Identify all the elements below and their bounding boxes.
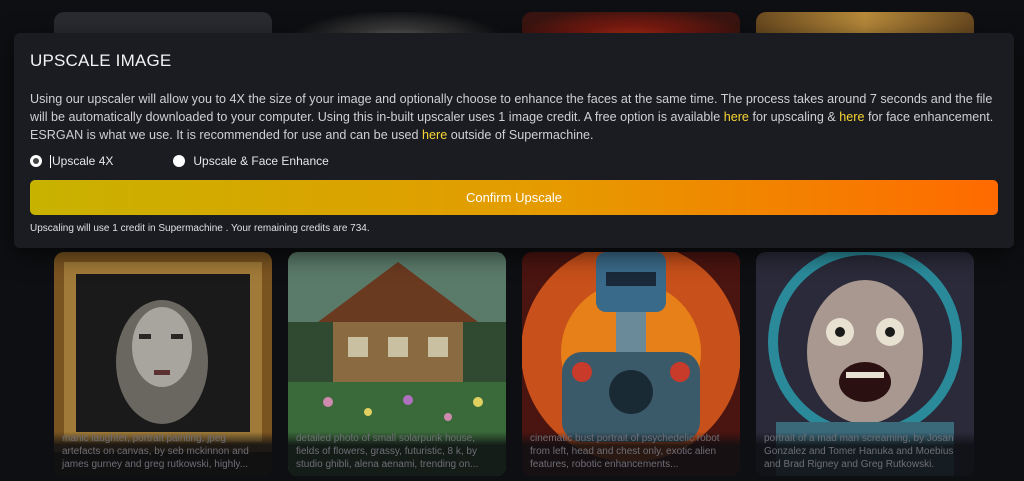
option-upscale-4x[interactable]: Upscale 4X	[30, 154, 113, 168]
option-label: Upscale & Face Enhance	[193, 154, 329, 168]
upscale-modal: UPSCALE IMAGE Using our upscaler will al…	[14, 33, 1014, 248]
gallery-card[interactable]: portrait of a mad man screaming, by Josa…	[756, 252, 974, 476]
gallery-caption: manic laughter, portrait painting, jpeg …	[54, 432, 272, 476]
esrgan-link[interactable]: here	[422, 128, 447, 142]
modal-description: Using our upscaler will allow you to 4X …	[30, 90, 1005, 144]
radio-unselected-icon[interactable]	[173, 155, 186, 167]
description-text: outside of Supermachine.	[447, 128, 594, 142]
gallery-caption: portrait of a mad man screaming, by Josa…	[756, 432, 974, 476]
gallery-caption: detailed photo of small solarpunk house,…	[288, 432, 506, 476]
text-cursor-icon	[50, 154, 51, 168]
radio-selected-icon[interactable]	[30, 155, 42, 167]
gallery-card[interactable]: cinematic bust portrait of psychedelic r…	[522, 252, 740, 476]
credit-note: Upscaling will use 1 credit in Supermach…	[30, 223, 370, 234]
option-label: Upscale 4X	[52, 154, 114, 168]
confirm-upscale-button[interactable]: Confirm Upscale	[30, 180, 998, 215]
upscale-options: Upscale 4X Upscale & Face Enhance	[30, 150, 998, 172]
modal-title: UPSCALE IMAGE	[30, 51, 172, 70]
gallery-card[interactable]: detailed photo of small solarpunk house,…	[288, 252, 506, 476]
upscaling-free-link[interactable]: here	[724, 110, 749, 124]
description-text: for upscaling &	[748, 110, 840, 124]
gallery-caption: cinematic bust portrait of psychedelic r…	[522, 432, 740, 476]
face-enhancement-free-link[interactable]: here	[839, 110, 864, 124]
option-upscale-face-enhance[interactable]: Upscale & Face Enhance	[173, 154, 329, 168]
gallery-card[interactable]: manic laughter, portrait painting, jpeg …	[54, 252, 272, 476]
